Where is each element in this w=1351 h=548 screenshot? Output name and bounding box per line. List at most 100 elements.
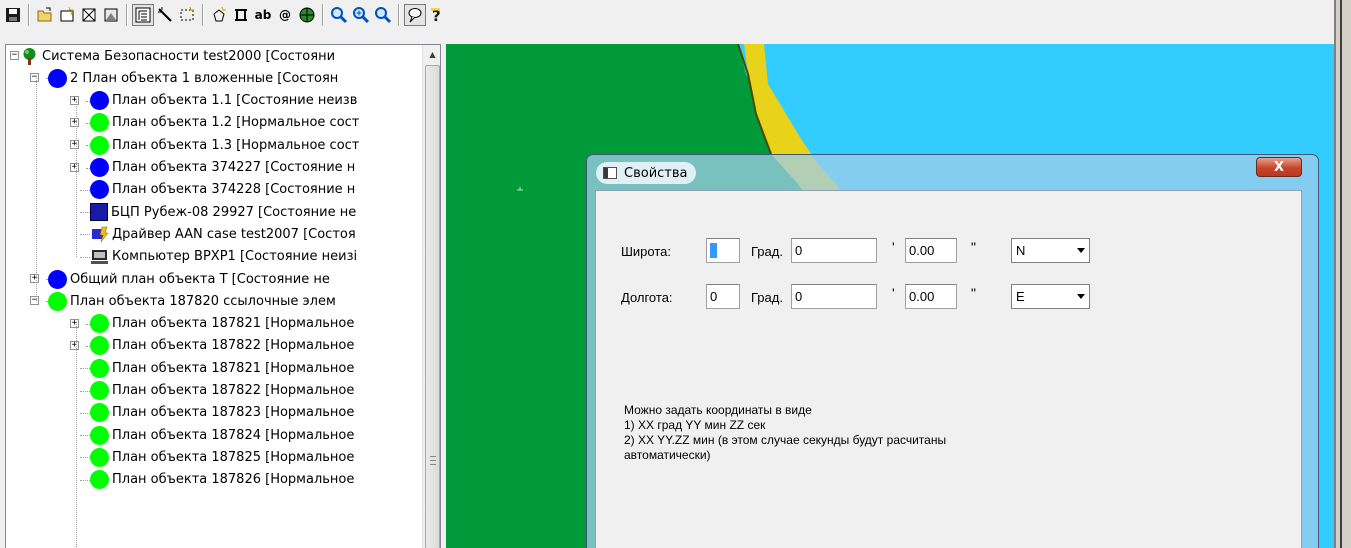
tree-item[interactable]: План объекта 187821 [Нормальное (90, 357, 354, 379)
open-icon (37, 7, 52, 22)
longitude-label: Долгота: (621, 290, 673, 305)
green-circle-icon (90, 381, 109, 400)
tree-connector (80, 435, 90, 437)
longitude-hemisphere-select[interactable]: E (1011, 284, 1090, 309)
image-button[interactable] (100, 4, 122, 26)
tree-item[interactable]: Компьютер BPXP1 [Состояние неизі (90, 246, 357, 268)
delete-icon (82, 8, 96, 22)
tree-item-label: План объекта 1.1 [Состояние неизв (112, 93, 358, 109)
tree-item-label: План объекта 374228 [Состояние н (112, 182, 356, 198)
dialog-title-bar[interactable]: Свойства (596, 162, 696, 184)
object-tree[interactable]: − Система Безопасности test2000 [Состояни… (6, 45, 422, 548)
text-button[interactable]: ab (252, 4, 274, 26)
balloon-button[interactable] (404, 4, 426, 26)
longitude-seconds-unit: " (971, 285, 976, 301)
tree-item[interactable]: План объекта 1.2 [Нормальное сост (90, 112, 359, 134)
tree-item[interactable]: План объекта 187821 [Нормальное (90, 313, 354, 335)
select-area-button[interactable] (176, 4, 198, 26)
tree-item[interactable]: План объекта 187823 [Нормальное (90, 402, 354, 424)
tree-item[interactable]: План объекта 187826 [Нормальное (90, 469, 354, 491)
close-icon: X (1273, 159, 1285, 175)
longitude-minutes-unit: ' (892, 285, 895, 301)
tree-item[interactable]: План объекта 1.1 [Состояние неизв (90, 90, 357, 112)
latitude-hemisphere-select[interactable]: N (1011, 238, 1090, 263)
latitude-seconds-input[interactable]: 0.00 (905, 238, 957, 263)
tree-item[interactable]: План объекта 374227 [Состояние н (90, 157, 355, 179)
zoom-in-button[interactable] (350, 4, 372, 26)
wand-button[interactable] (154, 4, 176, 26)
tree-scrollbar[interactable]: ▲ (422, 45, 440, 548)
collapse-icon[interactable]: − (30, 73, 39, 83)
latitude-degrees-input[interactable]: 0 (706, 238, 740, 263)
tree-connector (80, 412, 90, 414)
blue-circle-icon (48, 269, 67, 289)
globe-button[interactable] (296, 4, 318, 26)
delete-button[interactable] (78, 4, 100, 26)
frame-icon (235, 9, 247, 21)
tree-item[interactable]: 2 План объекта 1 вложенные [Состоян (48, 67, 338, 89)
new-button[interactable] (56, 4, 78, 26)
tree-item[interactable]: План объекта 187825 [Нормальное (90, 446, 354, 468)
balloon-icon (408, 8, 422, 23)
scroll-up-icon[interactable]: ▲ (424, 46, 440, 63)
longitude-seconds-input[interactable]: 0.00 (905, 284, 957, 309)
collapse-icon[interactable]: − (10, 51, 19, 60)
window-icon (603, 167, 617, 179)
expand-icon[interactable]: + (70, 318, 79, 328)
tree-item[interactable]: План объекта 374228 [Состояние н (90, 179, 355, 201)
save-icon (6, 8, 20, 22)
longitude-minutes-input[interactable]: 0 (791, 284, 877, 309)
expand-icon[interactable]: + (30, 274, 39, 283)
tree-item[interactable]: Система Безопасности test2000 [Состояни (20, 45, 335, 67)
latitude-minutes-input[interactable]: 0 (791, 238, 877, 263)
tree-item[interactable]: Драйвер AAN case test2007 [Состоя (90, 223, 356, 245)
zoom-out-button[interactable] (328, 4, 350, 26)
expand-icon[interactable]: + (70, 117, 79, 127)
tree-item[interactable]: План объекта 187822 [Нормальное (90, 380, 354, 402)
green-circle-icon (90, 403, 109, 423)
scroll-thumb[interactable] (425, 65, 440, 548)
tree-item-label: План объекта 187821 [Нормальное (112, 316, 355, 332)
close-button[interactable]: X (1256, 157, 1302, 177)
tree-button[interactable] (132, 4, 154, 26)
blue-circle-icon (90, 180, 109, 200)
select-area-icon (180, 6, 194, 21)
tree-item[interactable]: План объекта 187824 [Нормальное (90, 424, 354, 446)
text-icon: ab (254, 8, 272, 22)
wand-icon (158, 7, 172, 22)
tree-item-label: 2 План объекта 1 вложенные [Состоян (70, 70, 339, 86)
latitude-seconds-unit: " (971, 239, 976, 255)
tree-connector (80, 189, 90, 191)
expand-icon[interactable]: + (70, 95, 79, 105)
save-button[interactable] (2, 4, 24, 26)
at-button[interactable]: @ (274, 4, 296, 26)
tree-item[interactable]: План объекта 187822 [Нормальное (90, 335, 354, 357)
tree-item-label: План объекта 187822 [Нормальное (112, 383, 355, 398)
tree-item-label: План объекта 187824 [Нормальное (112, 427, 355, 443)
tree-item-label: План объекта 1.3 [Нормальное сост (112, 137, 360, 153)
tree-item[interactable]: План объекта 187820 ссылочные элем (48, 290, 336, 312)
tree-connector (80, 457, 90, 459)
frame-button[interactable] (230, 4, 252, 26)
expand-icon[interactable]: + (70, 140, 79, 150)
latitude-minutes-unit: ' (892, 239, 895, 255)
tree-connector (76, 323, 77, 548)
longitude-degrees-input[interactable]: 0 (706, 284, 740, 309)
expand-icon[interactable]: + (70, 340, 79, 350)
tree-item[interactable]: БЦП Рубеж-08 29927 [Состояние не (90, 201, 356, 223)
green-circle-icon (48, 291, 67, 311)
help-icon: ? (431, 7, 441, 24)
toolbar-separator (126, 4, 128, 26)
help-button[interactable]: ? (426, 4, 448, 26)
latitude-hemisphere-value: N (1016, 243, 1026, 258)
polygon-button[interactable] (208, 4, 230, 26)
dialog-title: Свойства (624, 165, 688, 181)
collapse-icon[interactable]: − (30, 296, 39, 306)
tree-item[interactable]: План объекта 1.3 [Нормальное сост (90, 134, 359, 156)
zoom-fit-button[interactable] (372, 4, 394, 26)
expand-icon[interactable]: + (70, 162, 79, 172)
tree-item[interactable]: Общий план объекта Т [Состояние не (48, 268, 330, 290)
open-button[interactable] (34, 4, 56, 26)
tree-item-label: План объекта 187822 [Нормальное (112, 338, 355, 354)
tree-connector (80, 256, 90, 258)
